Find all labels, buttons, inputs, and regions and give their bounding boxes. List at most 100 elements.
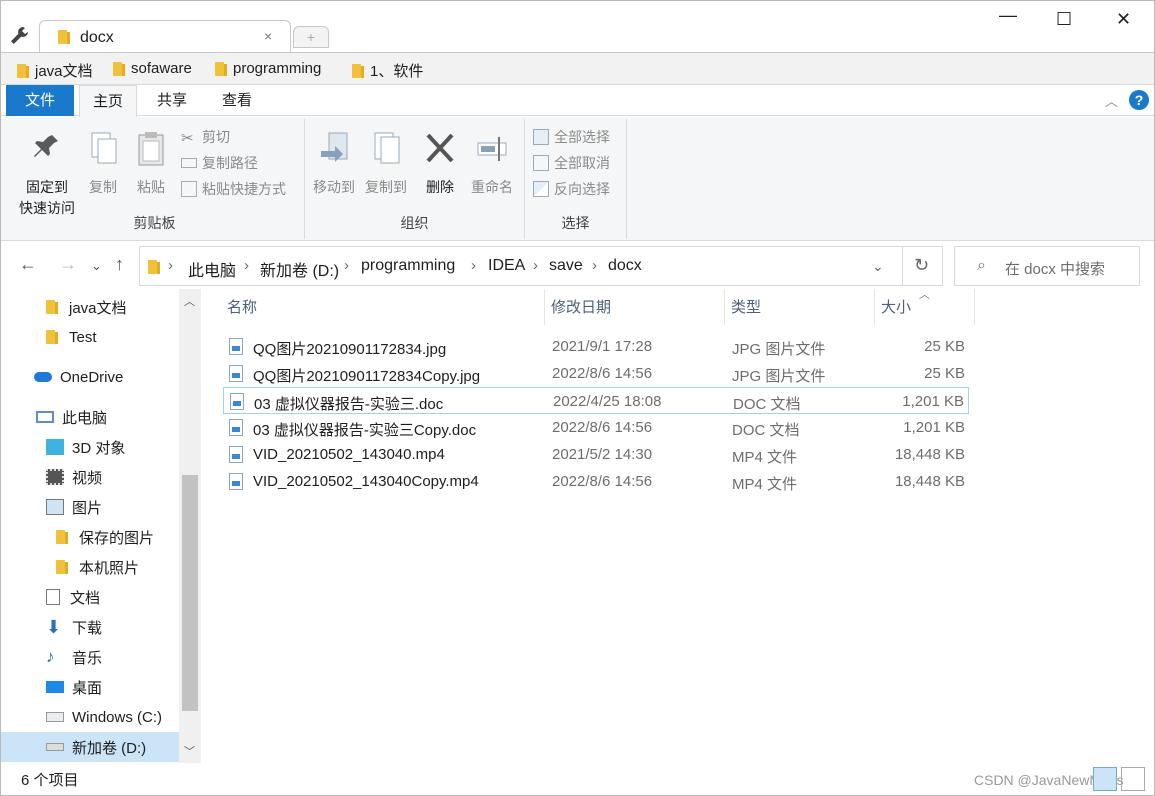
nav-item-3d-objects[interactable]: 3D 对象 (1, 432, 179, 462)
refresh-icon[interactable]: ↻ (914, 255, 929, 276)
breadcrumb-item[interactable]: 此电脑 (188, 257, 236, 281)
copy-to-button[interactable]: 复制到 (361, 123, 411, 198)
search-box[interactable]: ⌕ 在 docx 中搜索 (954, 246, 1140, 286)
chevron-right-icon[interactable]: › (344, 257, 349, 274)
minimize-button[interactable]: — (999, 5, 1017, 26)
tab-docx[interactable]: docx × (39, 20, 291, 52)
nav-item-test[interactable]: Test (1, 322, 179, 352)
new-tab-button[interactable]: + (293, 26, 329, 48)
breadcrumb-item[interactable]: programming (361, 257, 455, 275)
file-row[interactable]: QQ图片20210901172834.jpg 2021/9/1 17:28 JPG … (223, 333, 969, 360)
clipboard-group-label: 剪贴板 (133, 215, 176, 231)
copy-button[interactable]: 复制 (81, 123, 125, 198)
tab-view[interactable]: 查看 (207, 85, 267, 116)
file-row[interactable]: VID_20210502_143040Copy.mp4 2022/8/6 14:5… (223, 468, 969, 495)
tab-share[interactable]: 共享 (143, 85, 201, 116)
chevron-down-icon[interactable]: ⌄ (872, 258, 884, 275)
scroll-down-icon[interactable]: ﹀ (184, 743, 195, 759)
folder-icon (46, 300, 58, 314)
cut-button[interactable]: ✂ 剪切 (181, 127, 230, 147)
bookmark-item[interactable]: 1、软件 (352, 60, 423, 81)
chevron-right-icon[interactable]: › (471, 257, 476, 274)
nav-item-videos[interactable]: 视频 (1, 462, 179, 492)
bookmark-item[interactable]: sofaware (113, 60, 192, 77)
search-placeholder: 在 docx 中搜索 (1005, 261, 1106, 278)
invert-selection-button[interactable]: 反向选择 (533, 179, 610, 199)
file-row[interactable]: 03 虚拟仪器报告-实验三Copy.doc 2022/8/6 14:56 DOC 文… (223, 414, 969, 441)
rename-button[interactable]: 重命名 (465, 123, 519, 198)
scrollbar-thumb[interactable] (182, 475, 198, 711)
pin-quick-access-button[interactable]: 固定到 快速访问 (11, 123, 83, 219)
close-button[interactable]: ✕ (1116, 9, 1131, 30)
nav-item-pictures[interactable]: 图片 (1, 492, 179, 522)
select-all-button[interactable]: 全部选择 (533, 127, 610, 147)
help-icon[interactable]: ? (1129, 90, 1149, 110)
paste-shortcut-button[interactable]: 粘贴快捷方式 (181, 179, 286, 199)
file-size: 1,201 KB (903, 419, 965, 436)
breadcrumb-item[interactable]: 新加卷 (D:) (260, 257, 339, 281)
nav-item-documents[interactable]: 文档 (1, 582, 179, 612)
column-header-type[interactable]: 类型 (725, 289, 875, 325)
file-date: 2022/8/6 14:56 (552, 419, 653, 436)
move-to-button[interactable]: 移动到 (309, 123, 359, 198)
copy-path-label: 复制路径 (202, 155, 258, 171)
nav-item-music[interactable]: ♪ 音乐 (1, 642, 179, 672)
address-bar[interactable]: › 此电脑 › 新加卷 (D:) › programming › IDEA › … (139, 246, 943, 286)
forward-icon[interactable]: → (59, 254, 77, 275)
tab-file[interactable]: 文件 (6, 85, 74, 116)
scroll-up-icon[interactable]: ︿ (184, 293, 195, 309)
delete-label: 删除 (426, 179, 454, 195)
bookmark-item[interactable]: programming (215, 60, 321, 77)
file-row-selected[interactable]: 03 虚拟仪器报告-实验三.doc 2022/4/25 18:08 DOC 文档 1,… (223, 387, 969, 414)
nav-label: 本机照片 (79, 559, 140, 577)
paste-button[interactable]: 粘贴 (129, 123, 173, 198)
nav-item-java-docs[interactable]: java文档 (1, 292, 179, 322)
details-view-icon[interactable] (1093, 767, 1117, 791)
nav-label: 保存的图片 (79, 529, 155, 547)
up-icon[interactable]: ↑ (115, 254, 124, 275)
item-count: 6 个项目 (21, 772, 79, 789)
nav-item-this-pc[interactable]: 此电脑 (1, 402, 179, 432)
file-row[interactable]: QQ图片20210901172834Copy.jpg 2022/8/6 14:56… (223, 360, 969, 387)
nav-item-saved-pictures[interactable]: 保存的图片 (1, 522, 179, 552)
folder-icon (58, 30, 70, 44)
wrench-icon[interactable] (9, 25, 31, 47)
chevron-right-icon[interactable]: › (533, 257, 538, 274)
breadcrumb-item[interactable]: save (549, 257, 583, 275)
nav-item-downloads[interactable]: ⬇ 下载 (1, 612, 179, 642)
file-row[interactable]: VID_20210502_143040.mp4 2021/5/2 14:30 MP4… (223, 441, 969, 468)
column-header-date[interactable]: 修改日期 (545, 289, 725, 325)
breadcrumb-item[interactable]: IDEA (488, 257, 525, 275)
nav-item-desktop[interactable]: 桌面 (1, 672, 179, 702)
title-bar: docx × + — ☐ ✕ (1, 1, 1154, 52)
chevron-right-icon[interactable]: › (592, 257, 597, 274)
large-icons-view-icon[interactable] (1121, 767, 1145, 791)
maximize-button[interactable]: ☐ (1056, 9, 1072, 30)
file-date: 2021/9/1 17:28 (552, 338, 653, 355)
tab-home[interactable]: 主页 (79, 85, 137, 117)
nav-item-windows-c[interactable]: Windows (C:) (1, 702, 179, 732)
copy-path-button[interactable]: 复制路径 (181, 153, 258, 173)
back-icon[interactable]: ← (19, 254, 37, 275)
bookmark-item[interactable]: java文档 (17, 60, 93, 81)
nav-scrollbar[interactable]: ︿ ﹀ (179, 289, 201, 763)
nav-item-camera-roll[interactable]: 本机照片 (1, 552, 179, 582)
organize-group-label: 组织 (400, 215, 429, 231)
collapse-ribbon-icon[interactable]: ︿ (1105, 91, 1118, 110)
copy-label: 复制 (89, 179, 117, 195)
file-size: 18,448 KB (894, 473, 965, 490)
recent-locations-icon[interactable]: ⌄ (91, 258, 102, 274)
breadcrumb-item[interactable]: docx (608, 257, 642, 275)
nav-item-drive-d[interactable]: 新加卷 (D:) (1, 732, 179, 762)
select-none-button[interactable]: 全部取消 (533, 153, 610, 173)
search-icon: ⌕ (977, 257, 986, 274)
file-type: JPG 图片文件 (732, 368, 826, 385)
delete-button[interactable]: 删除 (417, 123, 463, 198)
chevron-right-icon[interactable]: › (244, 257, 249, 274)
nav-item-onedrive[interactable]: OneDrive (1, 362, 179, 392)
music-icon: ♪ (46, 647, 55, 666)
download-icon: ⬇ (46, 617, 62, 637)
chevron-right-icon[interactable]: › (168, 257, 173, 274)
column-header-name[interactable]: 名称 (221, 289, 545, 325)
close-tab-icon[interactable]: × (264, 28, 272, 44)
